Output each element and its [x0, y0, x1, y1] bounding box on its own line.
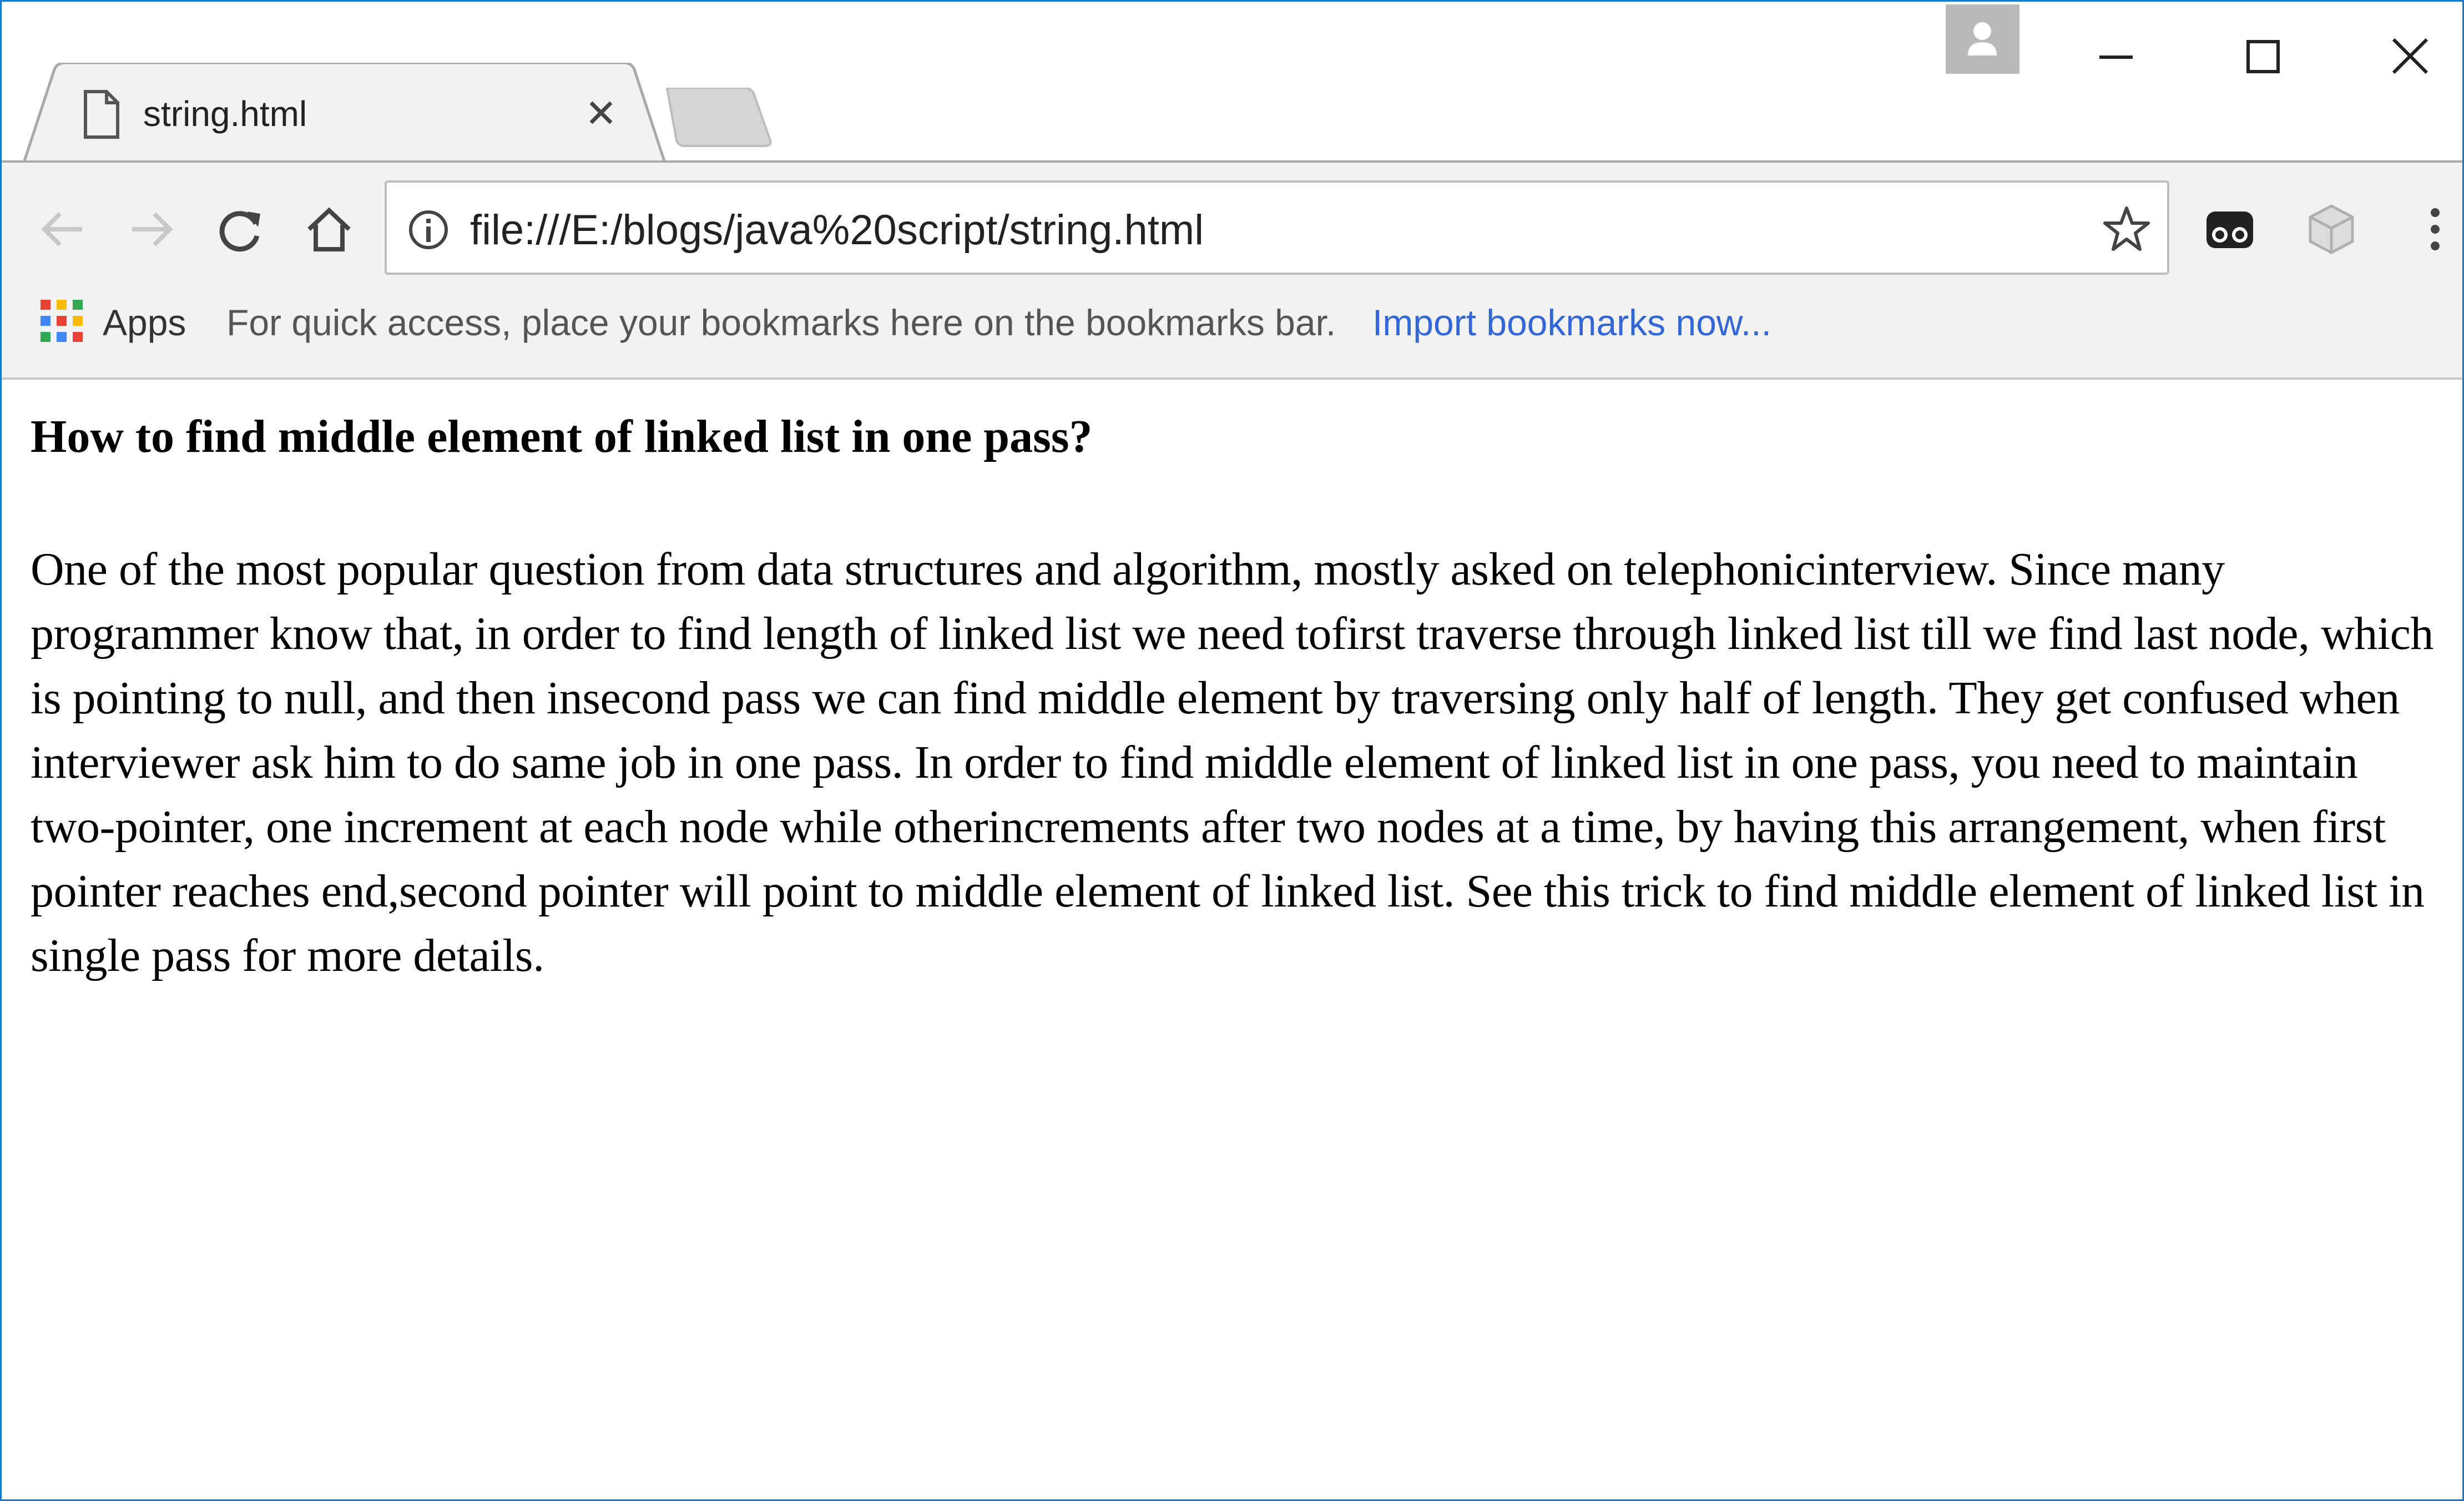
star-icon[interactable]: [2102, 204, 2152, 254]
arrow-right-icon[interactable]: [124, 202, 179, 257]
cube-extension-icon[interactable]: [2304, 202, 2359, 257]
url-text[interactable]: file:///E:/blogs/java%20script/string.ht…: [470, 206, 1204, 254]
maximize-icon[interactable]: [2230, 24, 2296, 90]
browser-window: string.html file:///E:/blogs/java%20scri…: [0, 0, 2464, 1501]
incognito-extension-icon[interactable]: [2202, 202, 2258, 257]
home-icon[interactable]: [301, 202, 357, 257]
arrow-left-icon[interactable]: [35, 202, 90, 257]
info-icon[interactable]: [406, 208, 451, 252]
page-paragraph: One of the most popular question from da…: [31, 543, 2433, 981]
close-icon[interactable]: [2377, 24, 2443, 90]
close-icon[interactable]: [584, 96, 618, 129]
title-bar: string.html: [2, 2, 2462, 163]
minimize-icon[interactable]: [2083, 24, 2149, 90]
profile-button[interactable]: [1946, 4, 2019, 74]
bookmarks-hint: For quick access, place your bookmarks h…: [226, 302, 1336, 343]
apps-icon[interactable]: [39, 299, 84, 343]
page-icon: [84, 90, 119, 139]
import-bookmarks-link[interactable]: Import bookmarks now...: [1372, 301, 1771, 344]
page-heading: How to find middle element of linked lis…: [31, 411, 1093, 462]
person-icon: [1968, 22, 1997, 56]
reload-icon[interactable]: [213, 202, 268, 257]
apps-shortcut[interactable]: Apps: [103, 301, 186, 344]
tab-title: string.html: [143, 94, 307, 134]
address-bar[interactable]: file:///E:/blogs/java%20script/string.ht…: [385, 180, 2169, 275]
new-tab-button[interactable]: [662, 88, 773, 149]
more-vertical-icon[interactable]: [2407, 202, 2463, 257]
